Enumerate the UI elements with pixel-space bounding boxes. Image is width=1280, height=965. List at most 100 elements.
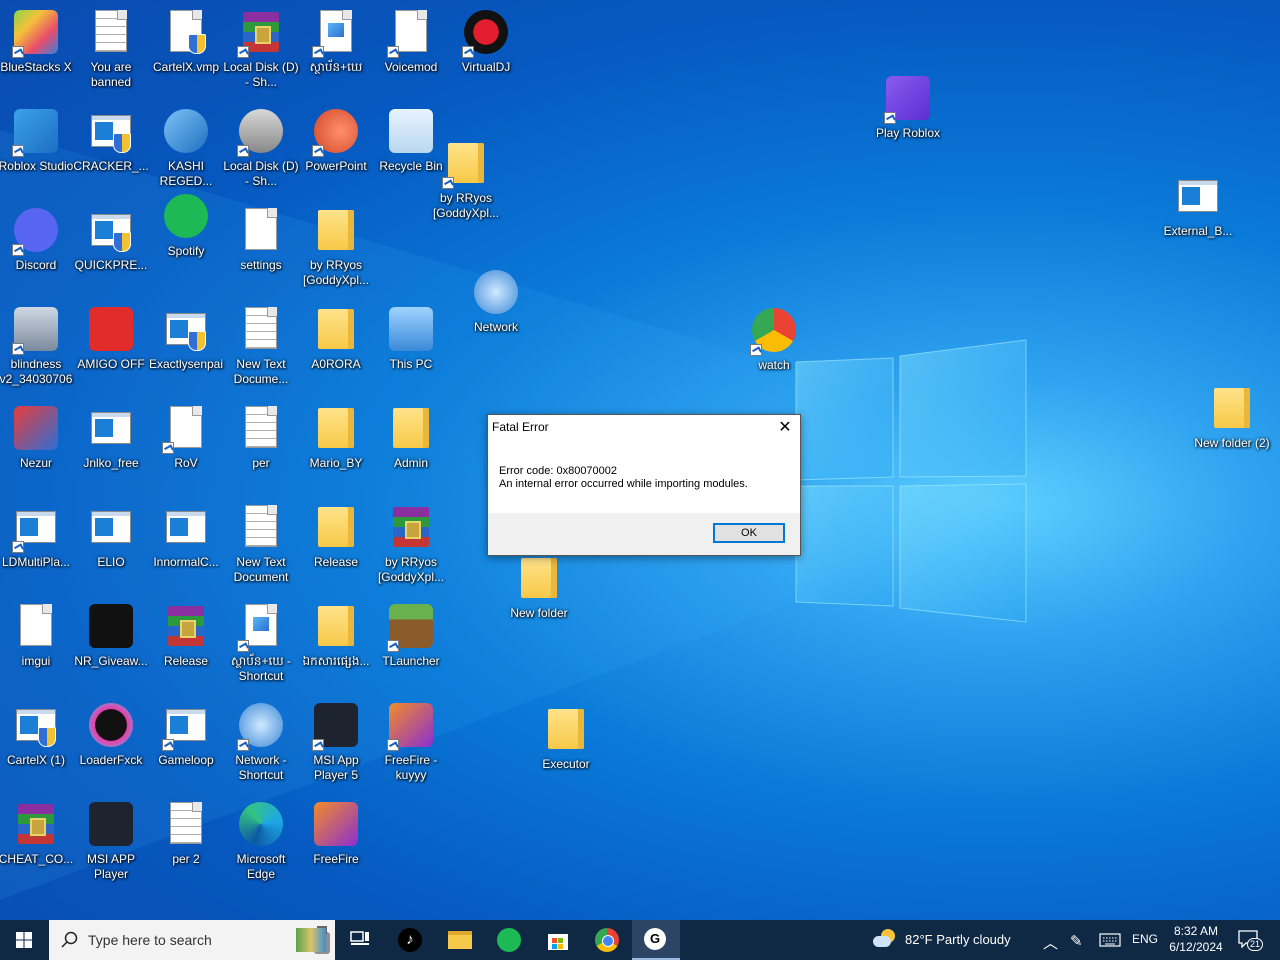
weather-text[interactable]: 82°F Partly cloudy [905, 932, 1011, 947]
desktop-icon-new-text-doc-2[interactable]: New Text Document [222, 503, 300, 585]
desktop-icon-virtualdj[interactable]: VirtualDJ [447, 8, 525, 75]
desktop-icon-khmer-file-1[interactable]: ស្ថាប័ន+ឃេ [297, 8, 375, 75]
desktop-icon-local-disk-d-2[interactable]: Local Disk (D) - Sh... [222, 107, 300, 189]
virtualdj-icon [462, 8, 510, 58]
desktop-icon-admin[interactable]: Admin [372, 404, 450, 471]
desktop-icon-khmer-folder[interactable]: ឯកសារផ្សេង... [297, 602, 375, 669]
desktop-icon-label: VirtualDJ [461, 60, 511, 74]
chrome-taskbar-icon[interactable] [595, 928, 619, 952]
task-view-icon[interactable] [348, 928, 372, 952]
language-indicator[interactable]: ENG [1132, 932, 1158, 946]
desktop-icon-cartelx-1[interactable]: CartelX (1) [0, 701, 75, 768]
desktop-icon-release-rar[interactable]: Release [147, 602, 225, 669]
desktop-icon-tlauncher[interactable]: TLauncher [372, 602, 450, 669]
desktop-icon-microsoft-edge[interactable]: Microsoft Edge [222, 800, 300, 882]
desktop-icon-nr-giveaway[interactable]: NR_Giveaw... [72, 602, 150, 669]
desktop-icon-new-text-doc-1[interactable]: New Text Docume... [222, 305, 300, 387]
desktop-icon-a0rora[interactable]: A0RORA [297, 305, 375, 372]
desktop-icon-watch[interactable]: watch [735, 306, 813, 373]
desktop-icon-this-pc[interactable]: This PC [372, 305, 450, 372]
desktop-icon-per[interactable]: per [222, 404, 300, 471]
desktop-icon-imgui[interactable]: imgui [0, 602, 75, 669]
desktop-icon-voicemod[interactable]: Voicemod [372, 8, 450, 75]
quickpre-icon [87, 206, 135, 254]
desktop-icon-label: A0RORA [311, 357, 361, 371]
admin-icon [387, 404, 435, 452]
desktop-icon-executor[interactable]: Executor [527, 705, 605, 772]
map-icon[interactable] [296, 928, 326, 952]
desktop-icon-jnlko-free[interactable]: Jnlko_free [72, 404, 150, 471]
desktop-icon-loaderfxck[interactable]: LoaderFxck [72, 701, 150, 768]
microsoft-store-icon[interactable] [546, 928, 570, 952]
desktop-icon-msi-app-player-5[interactable]: MSI App Player 5 [297, 701, 375, 783]
desktop-icon-msi-app-player[interactable]: MSI APP Player [72, 800, 150, 882]
desktop-icon-quickpre[interactable]: QUICKPRE... [72, 206, 150, 273]
desktop-icon-external-b[interactable]: External_B... [1159, 172, 1237, 239]
shortcut-arrow-icon [12, 244, 24, 256]
desktop-icon-gameloop[interactable]: Gameloop [147, 701, 225, 768]
desktop-icon-local-disk-d-1[interactable]: Local Disk (D) - Sh... [222, 8, 300, 90]
desktop-icon-mario-by[interactable]: Mario_BY [297, 404, 375, 471]
desktop-icon-new-folder-2[interactable]: New folder (2) [1193, 384, 1271, 451]
desktop-icon-settings[interactable]: settings [222, 206, 300, 273]
desktop-icon-rov[interactable]: RoV [147, 404, 225, 471]
desktop-icon-roblox-studio[interactable]: Roblox Studio [0, 107, 75, 174]
ok-button[interactable]: OK [713, 523, 785, 543]
file-explorer-icon[interactable] [448, 928, 472, 952]
spotify-taskbar-icon[interactable] [497, 928, 521, 952]
search-box[interactable]: Type here to search [49, 920, 335, 960]
keyboard-icon[interactable] [1099, 933, 1121, 947]
desktop-icon-cheat-co[interactable]: CHEAT_CO... [0, 800, 75, 867]
shortcut-arrow-icon [237, 145, 249, 157]
desktop-icon-network-shortcut[interactable]: Network - Shortcut [222, 701, 300, 783]
cheat-co-icon [12, 800, 60, 848]
close-icon[interactable]: ✕ [776, 419, 794, 437]
desktop-icon-label: by RRyos [GoddyXpl... [432, 191, 500, 220]
desktop-icon-cartelx-vmp[interactable]: CartelX.vmp [147, 8, 225, 75]
desktop-icon-you-are-banned[interactable]: You are banned [72, 8, 150, 90]
clock[interactable]: 8:32 AM 6/12/2024 [1168, 923, 1224, 955]
desktop-icon-powerpoint[interactable]: PowerPoint [297, 107, 375, 174]
pen-icon[interactable]: ✎ [1070, 932, 1083, 950]
desktop-icon-elio[interactable]: ELIO [72, 503, 150, 570]
notification-center[interactable]: 21 [1238, 930, 1264, 952]
start-button[interactable] [0, 920, 48, 960]
desktop-icon-by-rryos-2[interactable]: by RRyos [GoddyXpl... [297, 206, 375, 288]
desktop-icon-cracker[interactable]: CRACKER_... [72, 107, 150, 174]
chevron-up-icon[interactable]: ︿ [1043, 932, 1058, 953]
roblox-studio-icon [12, 107, 60, 157]
tiktok-icon[interactable]: ♪ [398, 928, 422, 952]
local-disk-d-2-icon [237, 107, 285, 157]
desktop-icon-freefire-kuyyy[interactable]: FreeFire - kuyyy [372, 701, 450, 783]
desktop-icon-new-folder[interactable]: New folder [500, 554, 578, 621]
desktop[interactable]: BlueStacks X You are banned CartelX.vmp Loc… [0, 0, 1280, 920]
desktop-icon-ldmultiplayer[interactable]: LDMultiPla... [0, 503, 75, 570]
desktop-icon-label: This PC [389, 357, 433, 371]
desktop-icon-release-folder[interactable]: Release [297, 503, 375, 570]
logitech-g-icon[interactable]: G [632, 920, 680, 960]
desktop-icon-label: by RRyos [GoddyXpl... [302, 258, 370, 287]
desktop-icon-by-rryos-3[interactable]: by RRyos [GoddyXpl... [372, 503, 450, 585]
weather-icon[interactable] [873, 929, 897, 949]
desktop-icon-label: FreeFire [313, 852, 359, 866]
desktop-icon-play-roblox[interactable]: Play Roblox [869, 74, 947, 141]
desktop-icon-spotify[interactable]: Spotify [147, 192, 225, 259]
desktop-icon-network[interactable]: Network [457, 268, 535, 335]
desktop-icon-freefire[interactable]: FreeFire [297, 800, 375, 867]
desktop-icon-khmer-file-shortcut[interactable]: ស្ថាប័ន+ឃេ - Shortcut [222, 602, 300, 684]
desktop-icon-nezur[interactable]: Nezur [0, 404, 75, 471]
desktop-icon-blindness[interactable]: blindness v2_34030706 [0, 305, 75, 387]
desktop-icon-discord[interactable]: Discord [0, 206, 75, 273]
desktop-icon-bluestacks-x[interactable]: BlueStacks X [0, 8, 75, 75]
desktop-icon-innormalc[interactable]: InnormalC... [147, 503, 225, 570]
per-2-icon [162, 800, 210, 848]
khmer-file-shortcut-icon [237, 602, 285, 652]
desktop-icon-exactlysenpai[interactable]: Exactlysenpai [147, 305, 225, 372]
desktop-icon-amigo-off[interactable]: AMIGO OFF [72, 305, 150, 372]
desktop-icon-label: FreeFire - kuyyy [384, 753, 438, 782]
desktop-icon-per-2[interactable]: per 2 [147, 800, 225, 867]
notification-count: 21 [1247, 938, 1264, 951]
desktop-icon-by-rryos-1[interactable]: by RRyos [GoddyXpl... [427, 139, 505, 221]
desktop-icon-kashi-reged[interactable]: KASHI REGED... [147, 107, 225, 189]
desktop-icon-label: Microsoft Edge [236, 852, 286, 881]
